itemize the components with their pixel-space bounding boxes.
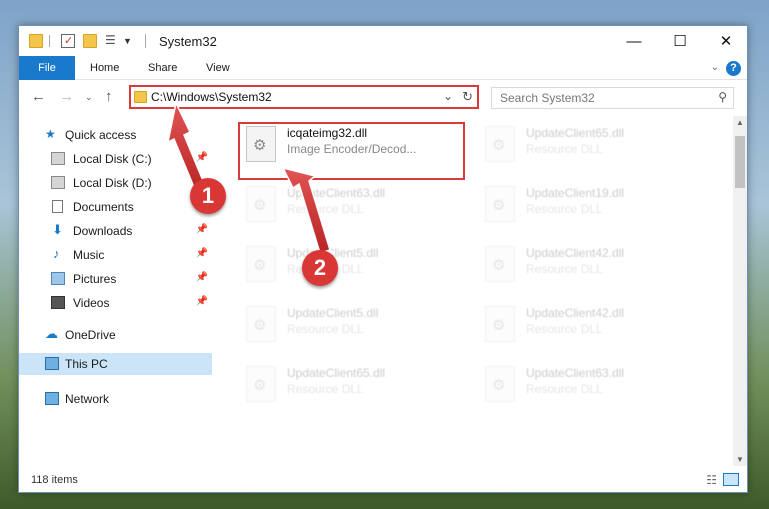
- arrow-2: [281, 166, 331, 254]
- step-marker-2: 2: [302, 250, 338, 286]
- step-marker-1: 1: [190, 178, 226, 214]
- annotation-arrows: [166, 100, 331, 254]
